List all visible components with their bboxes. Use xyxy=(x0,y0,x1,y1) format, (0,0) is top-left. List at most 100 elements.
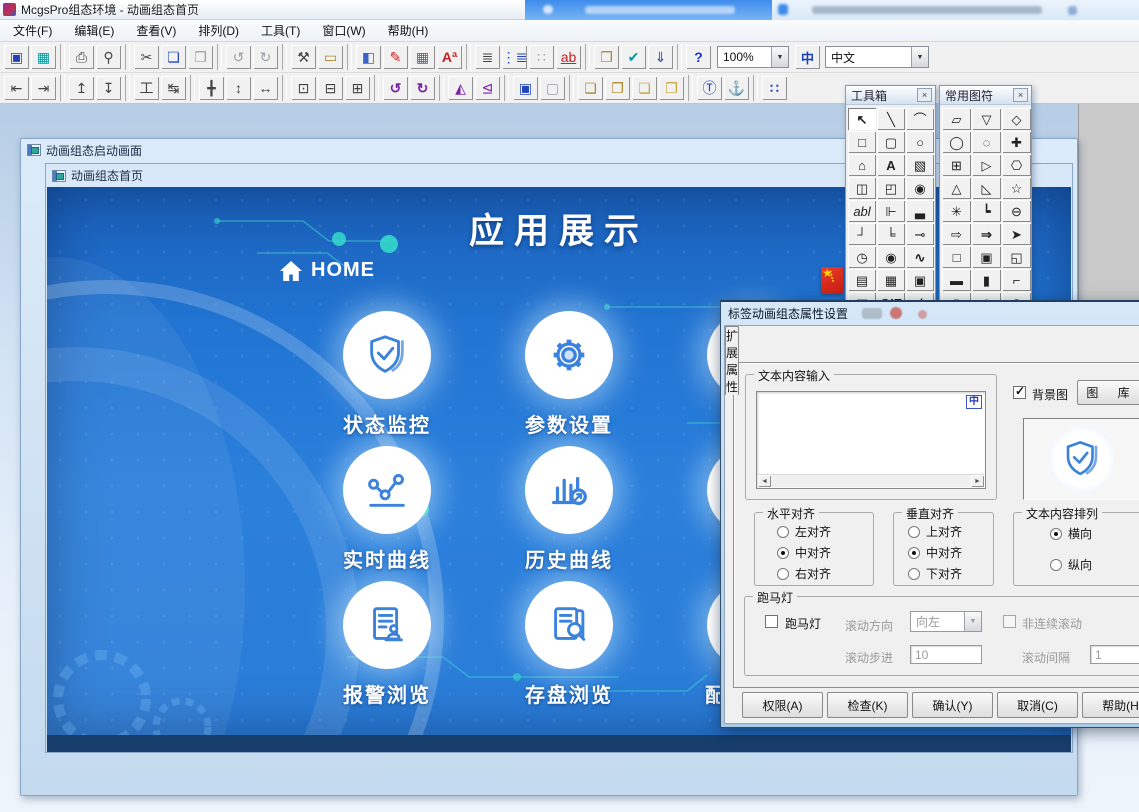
roundrect-tool[interactable]: ▢ xyxy=(877,131,905,153)
download-list-button[interactable]: ⇓ xyxy=(648,45,673,69)
marquee-checkbox[interactable] xyxy=(765,615,778,628)
storage-browse-button[interactable] xyxy=(525,581,613,669)
arrow-block-symbol[interactable]: ⇒ xyxy=(972,223,1001,245)
text-content-input[interactable]: 中 ◄ ► xyxy=(756,391,986,489)
line-tool[interactable]: ╲ xyxy=(877,108,905,130)
align-left-button[interactable]: ⇤ xyxy=(4,76,29,100)
chevron-down-icon[interactable]: ▼ xyxy=(911,47,928,67)
home-button[interactable]: HOME xyxy=(279,259,375,282)
send-back-button[interactable]: ❐ xyxy=(605,76,630,100)
center-horizontal-window-button[interactable]: ⊡ xyxy=(291,76,316,100)
copy-button[interactable]: ❏ xyxy=(161,45,186,69)
paste-button[interactable]: ❐ xyxy=(188,45,213,69)
frame2-symbol[interactable]: ▣ xyxy=(972,246,1001,268)
print-preview-button[interactable]: ⚲ xyxy=(96,45,121,69)
radio-option[interactable]: 下对齐 xyxy=(908,565,962,582)
spell-check-button[interactable]: ab xyxy=(556,45,581,69)
color-palette-button[interactable]: ▦ xyxy=(410,45,435,69)
text-lines-button[interactable]: ≣ xyxy=(475,45,500,69)
oval-symbol[interactable]: ◯ xyxy=(942,131,971,153)
grid-dots-button[interactable]: ∷ xyxy=(529,45,554,69)
lock-button[interactable]: Ⓣ xyxy=(697,76,722,100)
same-width-button[interactable]: ↔ xyxy=(253,76,278,100)
undo-button[interactable]: ↺ xyxy=(226,45,251,69)
elbow-symbol[interactable]: ┕ xyxy=(972,200,1001,222)
help-button[interactable]: ? xyxy=(686,45,711,69)
star-symbol[interactable]: ☆ xyxy=(1002,177,1031,199)
separator[interactable] xyxy=(282,75,287,101)
bitmap-tool[interactable]: ▧ xyxy=(906,154,934,176)
permission-button[interactable]: 权限(A) xyxy=(742,692,823,718)
callout-symbol[interactable]: ◌ xyxy=(972,131,1001,153)
radio-option[interactable]: 左对齐 xyxy=(777,523,831,540)
arrow-outline-symbol[interactable]: ⇨ xyxy=(942,223,971,245)
menu-arrange[interactable]: 排列(D) xyxy=(187,19,250,42)
china-flag-icon[interactable]: ★ ✦✦✦✦ xyxy=(821,267,843,294)
radio-option[interactable]: 横向 xyxy=(1050,525,1092,542)
group-button[interactable]: ▣ xyxy=(513,76,538,100)
separator[interactable] xyxy=(688,75,693,101)
separator[interactable] xyxy=(439,75,444,101)
separator[interactable] xyxy=(753,75,758,101)
chevron-down-icon[interactable]: ▼ xyxy=(771,47,788,67)
history-curve-button[interactable] xyxy=(525,446,613,534)
bring-front-button[interactable]: ❏ xyxy=(578,76,603,100)
redo-button[interactable]: ↻ xyxy=(253,45,278,69)
menu-edit[interactable]: 编辑(E) xyxy=(63,19,125,42)
radio-option[interactable]: 中对齐 xyxy=(777,544,831,561)
separator[interactable] xyxy=(217,44,222,70)
menu-help[interactable]: 帮助(H) xyxy=(377,19,440,42)
language-icon[interactable]: 中 xyxy=(795,45,820,69)
horizontal-scrollbar[interactable]: ◄ ► xyxy=(758,474,984,487)
scroll-right-icon[interactable]: ► xyxy=(971,475,984,487)
gallery-button[interactable]: 图 库 xyxy=(1077,380,1139,405)
separator[interactable] xyxy=(374,75,379,101)
zoom-select[interactable]: 100% ▼ xyxy=(717,46,789,68)
rotary-switch-tool[interactable]: ⊸ xyxy=(906,223,934,245)
bar-v-symbol[interactable]: ▮ xyxy=(972,269,1001,291)
common-graphic-tool[interactable]: ◫ xyxy=(848,177,876,199)
ellipse-tool[interactable]: ○ xyxy=(906,131,934,153)
separator[interactable] xyxy=(60,75,65,101)
separator[interactable] xyxy=(347,44,352,70)
report-tool[interactable]: ▤ xyxy=(848,269,876,291)
language-select[interactable]: 中文 ▼ xyxy=(825,46,929,68)
clock-tool[interactable]: ◷ xyxy=(848,246,876,268)
alarm-browse-button[interactable] xyxy=(343,581,431,669)
device-graphic-tool[interactable]: ◰ xyxy=(877,177,905,199)
separator[interactable] xyxy=(125,44,130,70)
bring-forward-button[interactable]: ❏ xyxy=(632,76,657,100)
triangle-symbol[interactable]: △ xyxy=(942,177,971,199)
percent-fill-tool[interactable]: ▃ xyxy=(906,200,934,222)
separator[interactable] xyxy=(60,44,65,70)
align-top-button[interactable]: ↥ xyxy=(69,76,94,100)
close-icon[interactable]: × xyxy=(1013,88,1028,102)
separator[interactable] xyxy=(585,44,590,70)
select-tool[interactable]: ↖ xyxy=(848,108,876,130)
trapezoid-symbol[interactable]: ▽ xyxy=(972,108,1001,130)
tab-extended-properties[interactable]: 扩展属性 xyxy=(725,326,739,395)
font-button[interactable]: Aª xyxy=(437,45,462,69)
separator[interactable] xyxy=(282,44,287,70)
cancel-button[interactable]: 取消(C) xyxy=(997,692,1078,718)
text-tool[interactable]: A xyxy=(877,154,905,176)
menu-window[interactable]: 窗口(W) xyxy=(311,19,376,42)
equal-space-button[interactable]: ↹ xyxy=(161,76,186,100)
separator[interactable] xyxy=(504,75,509,101)
dialog-titlebar[interactable]: 标签动画组态属性设置 xyxy=(724,302,1139,325)
close-icon[interactable]: × xyxy=(917,88,932,102)
trend-curve-tool[interactable]: ∿ xyxy=(906,246,934,268)
animation-config-button[interactable]: ◧ xyxy=(356,45,381,69)
separator[interactable] xyxy=(125,75,130,101)
flow-block-tool[interactable]: ╘ xyxy=(877,223,905,245)
anchor-button[interactable]: ⚓ xyxy=(724,76,749,100)
pointer-symbol[interactable]: ▷ xyxy=(972,154,1001,176)
window-group-tool[interactable]: ▣ xyxy=(906,269,934,291)
hexagon-symbol[interactable]: ⎔ xyxy=(1002,154,1031,176)
flip-vertical-button[interactable]: ⊴ xyxy=(475,76,500,100)
same-size-button[interactable]: ╋ xyxy=(199,76,224,100)
separator[interactable] xyxy=(190,75,195,101)
flip-horizontal-button[interactable]: ◭ xyxy=(448,76,473,100)
menu-file[interactable]: 文件(F) xyxy=(2,19,63,42)
script-editor-button[interactable]: ✎ xyxy=(383,45,408,69)
